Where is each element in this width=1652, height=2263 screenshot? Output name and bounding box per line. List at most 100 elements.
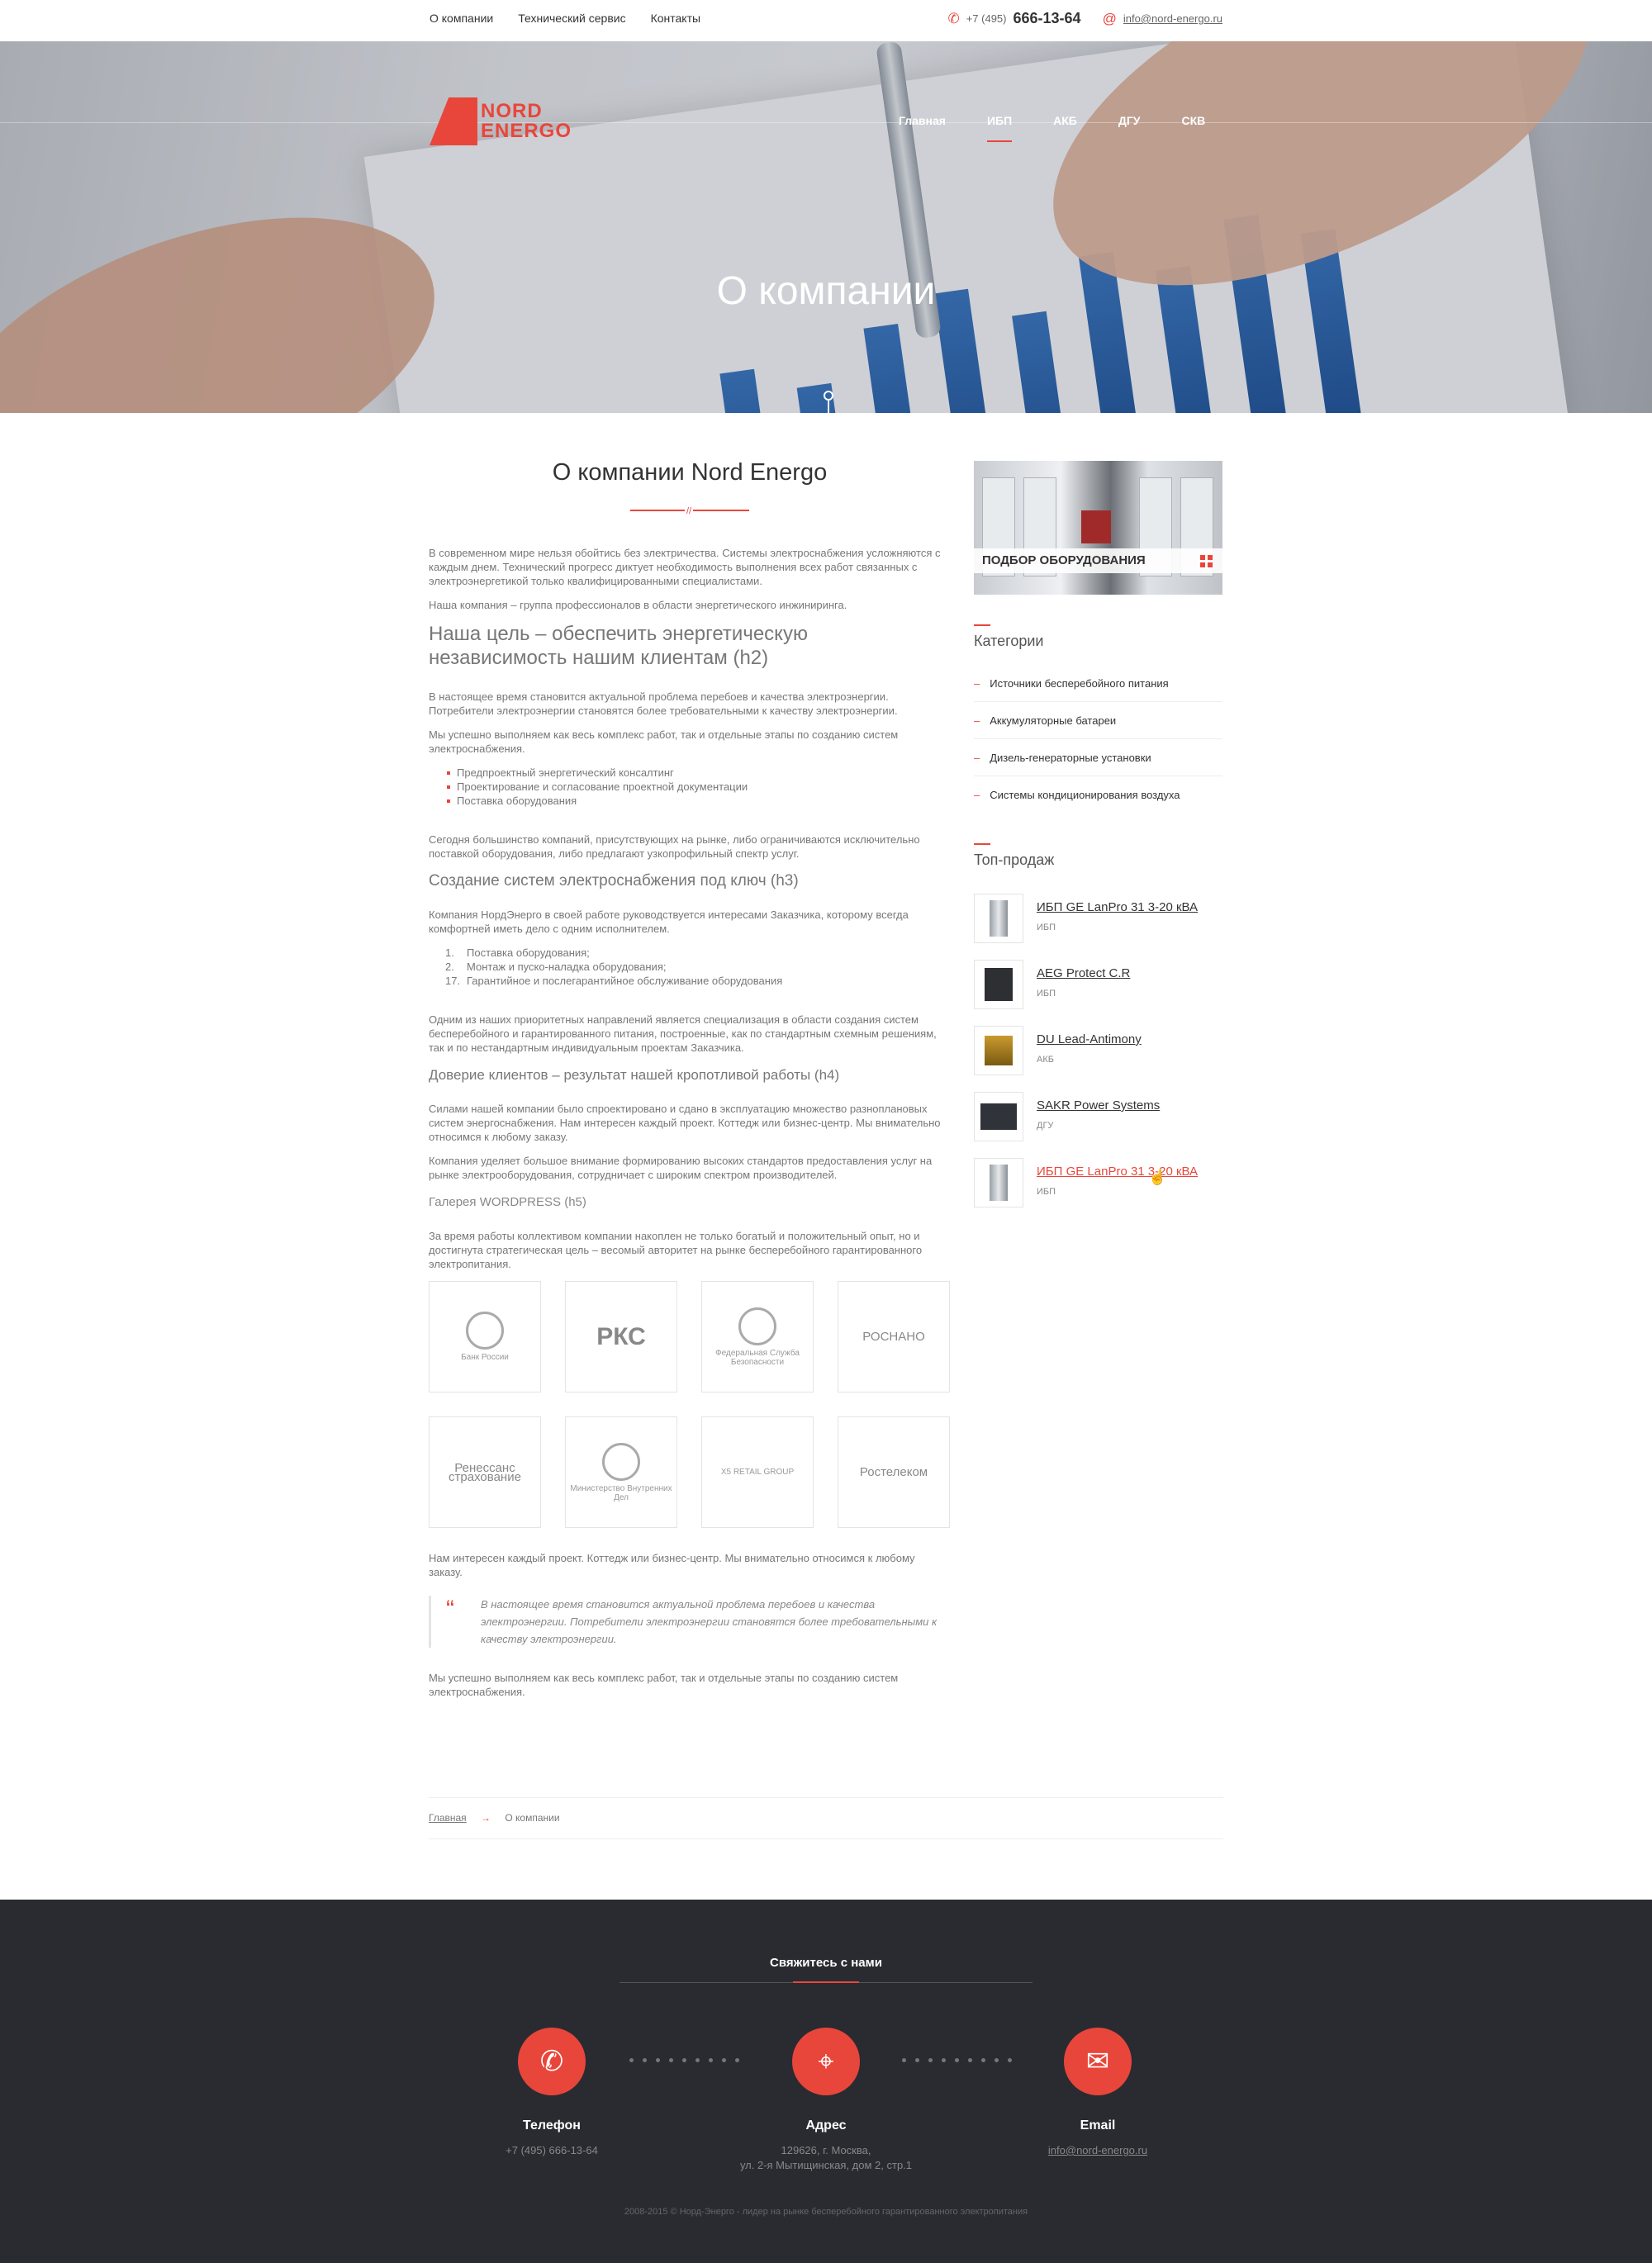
- categories-heading: Категории: [974, 624, 1222, 650]
- footer-address-line2: ул. 2-я Мытищинская, дом 2, стр.1: [739, 2159, 913, 2171]
- footer-email-link[interactable]: info@nord-energo.ru: [974, 2143, 1222, 2158]
- product-item[interactable]: AEG Protect C.R ИБП: [974, 960, 1222, 1026]
- footer-address: ⌖ Адрес 129626, г. Москва, ул. 2-я Мытищ…: [702, 2028, 950, 2173]
- product-tag: ИБП: [1037, 989, 1056, 999]
- paragraph: Мы успешно выполняем как весь комплекс р…: [429, 728, 899, 755]
- top-links: О компании Технический сервис Контакты: [430, 12, 700, 25]
- product-thumbnail[interactable]: [974, 960, 1023, 1009]
- gallery-tile-x5[interactable]: X5 RETAIL GROUP: [701, 1416, 814, 1528]
- category-ups[interactable]: Источники бесперебойного питания: [974, 665, 1222, 702]
- product-name[interactable]: AEG Protect C.R: [1037, 966, 1130, 980]
- paragraph: Компания уделяет большое внимание формир…: [429, 1155, 933, 1181]
- gallery-tile-renaissance[interactable]: Ренессанс страхование: [429, 1416, 541, 1528]
- paragraph: Сегодня большинство компаний, присутству…: [429, 833, 920, 860]
- product-name[interactable]: SAKR Power Systems: [1037, 1098, 1160, 1113]
- main-content: О компании Nord Energo // В современном …: [429, 458, 951, 1709]
- list-item: Проектирование и согласование проектной …: [447, 780, 951, 794]
- phone-number[interactable]: 666-13-64: [1014, 10, 1081, 27]
- title-divider: //: [630, 505, 749, 519]
- list-item: Предпроектный энергетический консалтинг: [447, 766, 951, 780]
- quote-icon: “: [446, 1596, 454, 1623]
- top-email-link[interactable]: info@nord-energo.ru: [1123, 12, 1222, 25]
- breadcrumb-home[interactable]: Главная: [429, 1812, 467, 1824]
- logo-line2: ENERGO: [481, 120, 572, 142]
- footer-phone: ✆ Телефон +7 (495) 666-13-64: [428, 2028, 676, 2158]
- gallery-tile-rks[interactable]: РКС: [565, 1281, 677, 1392]
- footer: Свяжитесь с нами ✆ Телефон +7 (495) 666-…: [0, 1900, 1652, 2263]
- list-item: 1. Поставка оборудования;: [445, 946, 590, 959]
- blockquote: “ В настоящее время становится актуально…: [429, 1596, 951, 1648]
- footer-address-line1: 129626, г. Москва,: [781, 2144, 871, 2156]
- top-contact: ✆ +7 (495) 666-13-64 @ info@nord-energo.…: [947, 10, 1222, 27]
- product-thumbnail[interactable]: [974, 1092, 1023, 1141]
- paragraph: Наша компания – группа профессионалов в …: [429, 599, 847, 611]
- top-link-about[interactable]: О компании: [430, 12, 493, 25]
- product-item[interactable]: SAKR Power Systems ДГУ: [974, 1092, 1222, 1158]
- footer-address-label: Адрес: [805, 2118, 847, 2133]
- nav-batteries[interactable]: АКБ: [1053, 114, 1077, 127]
- paragraph: За время работы коллективом компании нак…: [429, 1230, 923, 1270]
- product-item[interactable]: ИБП GE LanPro 31 3-20 кВА ИБП: [974, 1158, 1222, 1224]
- nav-ups[interactable]: ИБП: [986, 114, 1013, 142]
- product-item[interactable]: DU Lead-Antimony АКБ: [974, 1026, 1222, 1092]
- top-bar: О компании Технический сервис Контакты ✆…: [0, 0, 1652, 41]
- product-thumbnail[interactable]: [974, 1026, 1023, 1075]
- eagle-emblem-icon: [466, 1312, 504, 1350]
- list-item: 2. Монтаж и пуско-наладка оборудования;: [445, 961, 667, 973]
- nav-generators[interactable]: ДГУ: [1118, 114, 1141, 127]
- logo-line1: NORD: [481, 100, 543, 122]
- paragraph: Мы успешно выполняем как весь комплекс р…: [429, 1672, 899, 1698]
- heading-h3: Создание систем электроснабжения под клю…: [429, 872, 799, 890]
- gallery-tile-rostelecom[interactable]: Ростелеком: [838, 1416, 950, 1528]
- phone-icon[interactable]: ✆: [518, 2028, 586, 2095]
- heading-h5: Галерея WORDPRESS (h5): [429, 1195, 586, 1209]
- top-link-contacts[interactable]: Контакты: [651, 12, 700, 25]
- product-thumbnail[interactable]: [974, 894, 1023, 943]
- breadcrumb: Главная → О компании: [429, 1797, 1223, 1839]
- top-sales-list: ИБП GE LanPro 31 3-20 кВА ИБП AEG Protect…: [974, 894, 1222, 1224]
- product-item[interactable]: ИБП GE LanPro 31 3-20 кВА ИБП: [974, 894, 1222, 960]
- top-link-service[interactable]: Технический сервис: [518, 12, 625, 25]
- list-item: Поставка оборудования: [447, 794, 951, 808]
- product-tag: ИБП: [1037, 923, 1056, 932]
- hero-banner: NORD ENERGO Главная ИБП АКБ ДГУ СКВ О ко…: [0, 41, 1652, 413]
- equipment-selection-banner[interactable]: ПОДБОР ОБОРУДОВАНИЯ: [974, 461, 1222, 595]
- copyright: 2008-2015 © Норд-Энерго - лидер на рынке…: [624, 2207, 1028, 2217]
- grid-icon: [1200, 555, 1213, 567]
- category-list: Источники бесперебойного питания Аккумул…: [974, 665, 1222, 814]
- product-thumbnail[interactable]: [974, 1158, 1023, 1207]
- list-item: 17. Гарантийное и послегарантийное обслуж…: [445, 975, 783, 987]
- product-tag: АКБ: [1037, 1055, 1054, 1065]
- footer-phone-value[interactable]: +7 (495) 666-13-64: [428, 2143, 676, 2158]
- site-logo[interactable]: NORD ENERGO: [430, 97, 572, 145]
- gallery-tile-mvd[interactable]: Министерство Внутренних Дел: [565, 1416, 677, 1528]
- top-sales-heading: Топ-продаж: [974, 843, 1222, 869]
- paragraph: Одним из наших приоритетных направлений …: [429, 1013, 937, 1054]
- partner-gallery: Банк России РКС Федеральная Служба Безоп…: [429, 1281, 951, 1528]
- at-icon: @: [1102, 10, 1117, 26]
- envelope-icon[interactable]: ✉: [1064, 2028, 1132, 2095]
- category-generators[interactable]: Дизель-генераторные установки: [974, 739, 1222, 776]
- page-title: О компании Nord Energo: [552, 459, 828, 486]
- hero-pin-icon: [824, 391, 833, 401]
- paragraph: Нам интересен каждый проект. Коттедж или…: [429, 1552, 915, 1578]
- product-name[interactable]: DU Lead-Antimony: [1037, 1032, 1142, 1046]
- phone-icon: ✆: [947, 10, 960, 26]
- shield-emblem-icon: [738, 1307, 776, 1345]
- category-batteries[interactable]: Аккумуляторные батареи: [974, 702, 1222, 739]
- product-name[interactable]: ИБП GE LanPro 31 3-20 кВА: [1037, 900, 1198, 914]
- gallery-tile-fsb[interactable]: Федеральная Служба Безопасности: [701, 1281, 814, 1392]
- sidebar: ПОДБОР ОБОРУДОВАНИЯ Категории Источники …: [974, 461, 1222, 1224]
- map-pin-icon[interactable]: ⌖: [792, 2028, 860, 2095]
- paragraph: Силами нашей компании было спроектирован…: [429, 1103, 941, 1143]
- eagle-emblem-icon: [602, 1442, 640, 1481]
- promo-label: ПОДБОР ОБОРУДОВАНИЯ: [974, 548, 1222, 573]
- phone-prefix: +7 (495): [966, 12, 1007, 25]
- gallery-tile-bank-russia[interactable]: Банк России: [429, 1281, 541, 1392]
- gallery-tile-rosnano[interactable]: РОСНАНО: [838, 1281, 950, 1392]
- nav-ac[interactable]: СКВ: [1181, 114, 1205, 127]
- category-ac[interactable]: Системы кондиционирования воздуха: [974, 776, 1222, 814]
- nav-home[interactable]: Главная: [899, 114, 946, 127]
- product-name[interactable]: ИБП GE LanPro 31 3-20 кВА: [1037, 1165, 1198, 1179]
- arrow-right-icon: →: [481, 1812, 491, 1824]
